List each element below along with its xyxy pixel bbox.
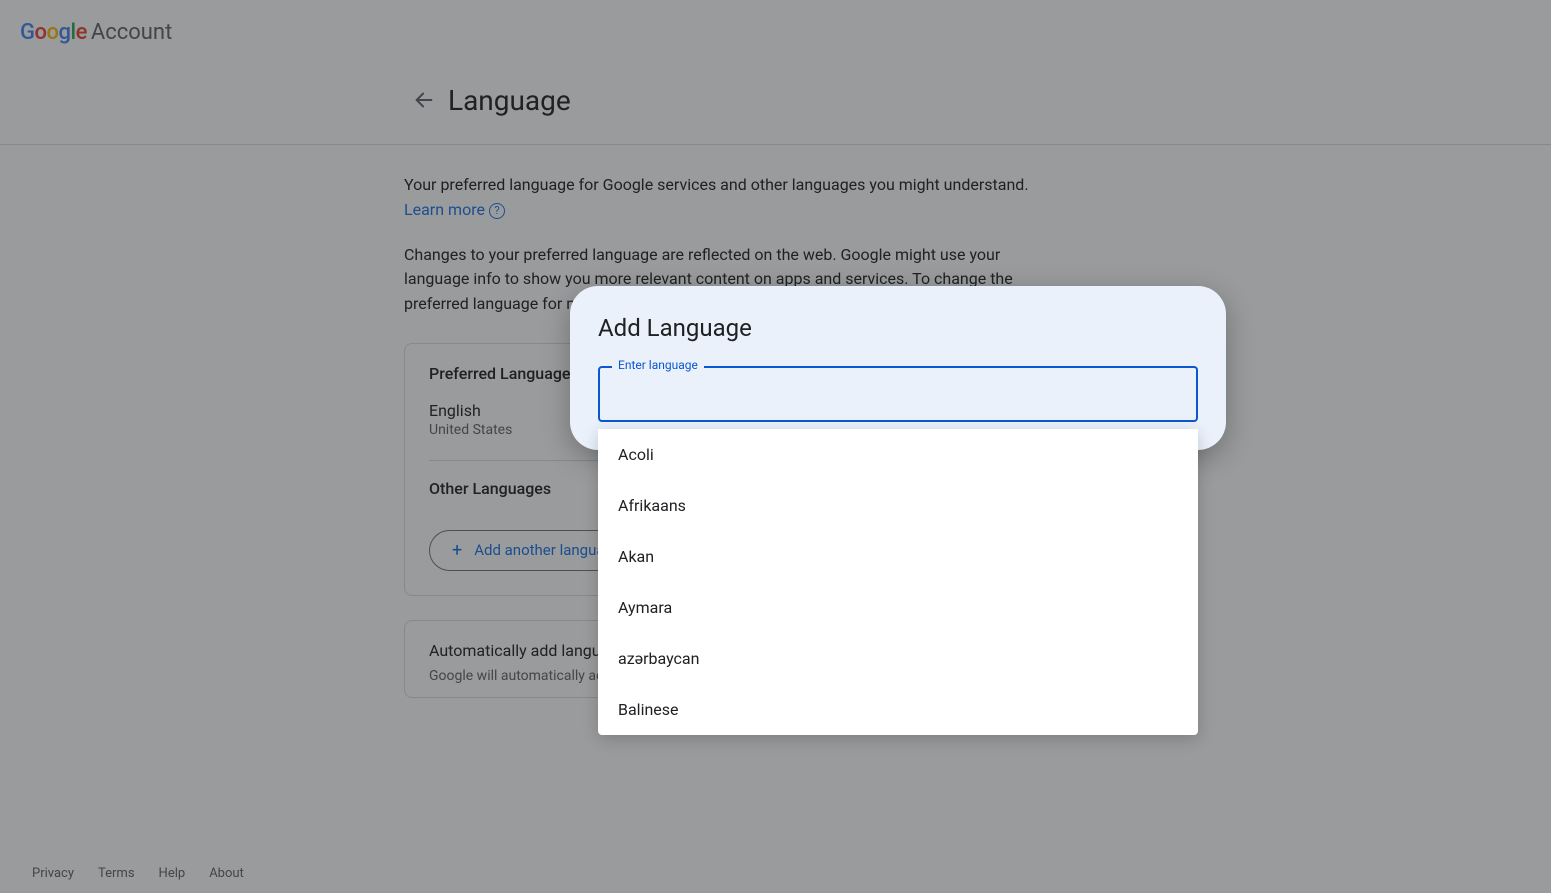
language-input[interactable] bbox=[598, 366, 1198, 422]
language-option[interactable]: azərbaycan bbox=[598, 633, 1198, 684]
add-language-dialog: Add Language Enter language AcoliAfrikaa… bbox=[570, 286, 1226, 450]
language-option[interactable]: Acoli bbox=[598, 429, 1198, 480]
language-dropdown[interactable]: AcoliAfrikaansAkanAymaraazərbaycanBaline… bbox=[598, 429, 1198, 735]
dialog-title: Add Language bbox=[598, 314, 1198, 342]
language-option[interactable]: Aymara bbox=[598, 582, 1198, 633]
language-option[interactable]: Afrikaans bbox=[598, 480, 1198, 531]
language-field: Enter language AcoliAfrikaansAkanAymaraa… bbox=[598, 366, 1198, 422]
language-option[interactable]: Balinese bbox=[598, 684, 1198, 735]
language-field-label: Enter language bbox=[612, 358, 704, 372]
language-option[interactable]: Akan bbox=[598, 531, 1198, 582]
